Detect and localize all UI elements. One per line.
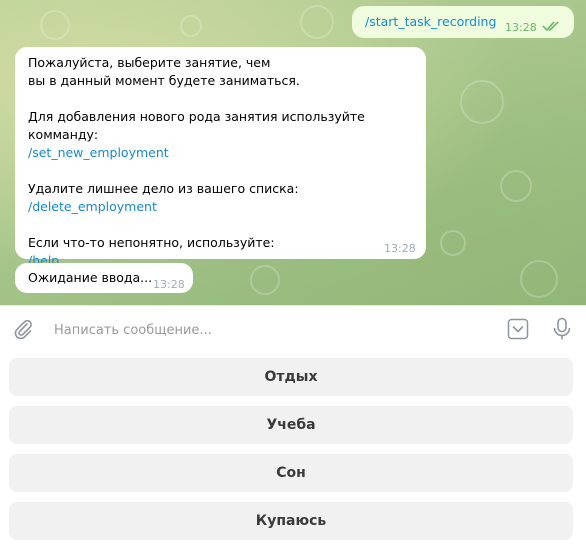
outgoing-message[interactable]: /start_task_recording 13:28 <box>352 6 574 38</box>
keyboard-toggle-icon[interactable] <box>507 318 529 340</box>
read-checkmarks-icon <box>542 21 559 32</box>
message-input[interactable] <box>52 318 476 342</box>
message-text: Ожидание ввода... <box>28 270 153 285</box>
paperclip-icon[interactable] <box>12 318 34 340</box>
bot-message: Пожалуйста, выберите занятие, чем вы в д… <box>15 47 426 268</box>
message-time: 13:28 <box>384 242 416 255</box>
background-doodle <box>180 15 202 37</box>
message-line: Если что-то непонятно, используйте: <box>28 235 275 250</box>
background-doodle <box>300 5 334 39</box>
background-doodle <box>520 260 558 298</box>
command-link[interactable]: /start_task_recording <box>365 13 496 31</box>
delete-employment-link[interactable]: /delete_employment <box>28 198 426 216</box>
set-new-employment-link[interactable]: /set_new_employment <box>28 144 426 162</box>
background-doodle <box>40 10 70 40</box>
background-doodle <box>500 170 532 202</box>
waiting-message: Ожидание ввода... 13:28 <box>15 263 193 293</box>
keyboard-button-rest[interactable]: Отдых <box>9 358 573 396</box>
message-line: Для добавления нового рода занятия испол… <box>28 109 365 142</box>
message-text: Пожалуйста, выберите занятие, чем вы в д… <box>28 54 426 270</box>
microphone-icon[interactable] <box>551 317 573 341</box>
background-doodle <box>460 80 504 124</box>
reply-keyboard: Отдых Учеба Сон Купаюсь <box>0 351 586 545</box>
message-line: Удалите лишнее дело из вашего списка: <box>28 181 299 196</box>
message-time: 13:28 <box>505 21 537 34</box>
message-composer <box>0 305 586 352</box>
chat-background: /start_task_recording 13:28 Пожалуйста, … <box>0 0 586 305</box>
message-line: Пожалуйста, выберите занятие, чем <box>28 55 271 70</box>
keyboard-button-swimming[interactable]: Купаюсь <box>9 502 573 540</box>
keyboard-button-study[interactable]: Учеба <box>9 406 573 444</box>
message-time: 13:28 <box>153 278 185 291</box>
keyboard-button-sleep[interactable]: Сон <box>9 454 573 492</box>
message-line: вы в данный момент будете заниматься. <box>28 73 300 88</box>
background-doodle <box>440 230 466 256</box>
